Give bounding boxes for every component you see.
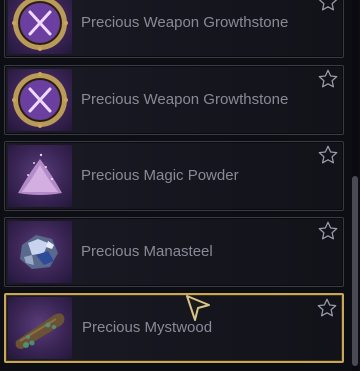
item-icon-frame (8, 0, 72, 54)
list-item[interactable]: Precious Weapon Growthstone (4, 65, 344, 135)
item-name: Precious Manasteel (81, 243, 213, 260)
list-item[interactable]: Precious Weapon Growthstone (4, 0, 344, 58)
magic-powder-icon (18, 153, 62, 195)
item-name: Precious Magic Powder (81, 167, 239, 184)
list-item[interactable]: Precious Manasteel (4, 217, 344, 287)
scrollbar-track[interactable] (352, 0, 358, 371)
favorite-star-icon[interactable] (317, 220, 339, 242)
item-list: Precious Weapon Growthstone Precious Wea… (0, 0, 360, 371)
list-item[interactable]: Precious Magic Powder (4, 141, 344, 211)
item-icon-frame (8, 221, 72, 283)
mouse-cursor-icon (183, 293, 213, 323)
item-icon-frame (8, 69, 72, 131)
scrollbar-thumb[interactable] (352, 176, 358, 366)
manasteel-icon (20, 235, 58, 269)
item-icon-frame (8, 297, 72, 359)
item-name: Precious Weapon Growthstone (81, 14, 289, 31)
weapon-growthstone-icon (12, 72, 68, 128)
mystwood-icon (15, 313, 65, 349)
list-item-selected[interactable]: Precious Mystwood (4, 293, 344, 363)
item-icon-frame (8, 145, 72, 207)
favorite-star-icon[interactable] (317, 0, 339, 13)
weapon-growthstone-icon (12, 0, 68, 51)
item-name: Precious Weapon Growthstone (81, 91, 289, 108)
favorite-star-icon[interactable] (316, 297, 338, 319)
favorite-star-icon[interactable] (317, 68, 339, 90)
favorite-star-icon[interactable] (317, 144, 339, 166)
